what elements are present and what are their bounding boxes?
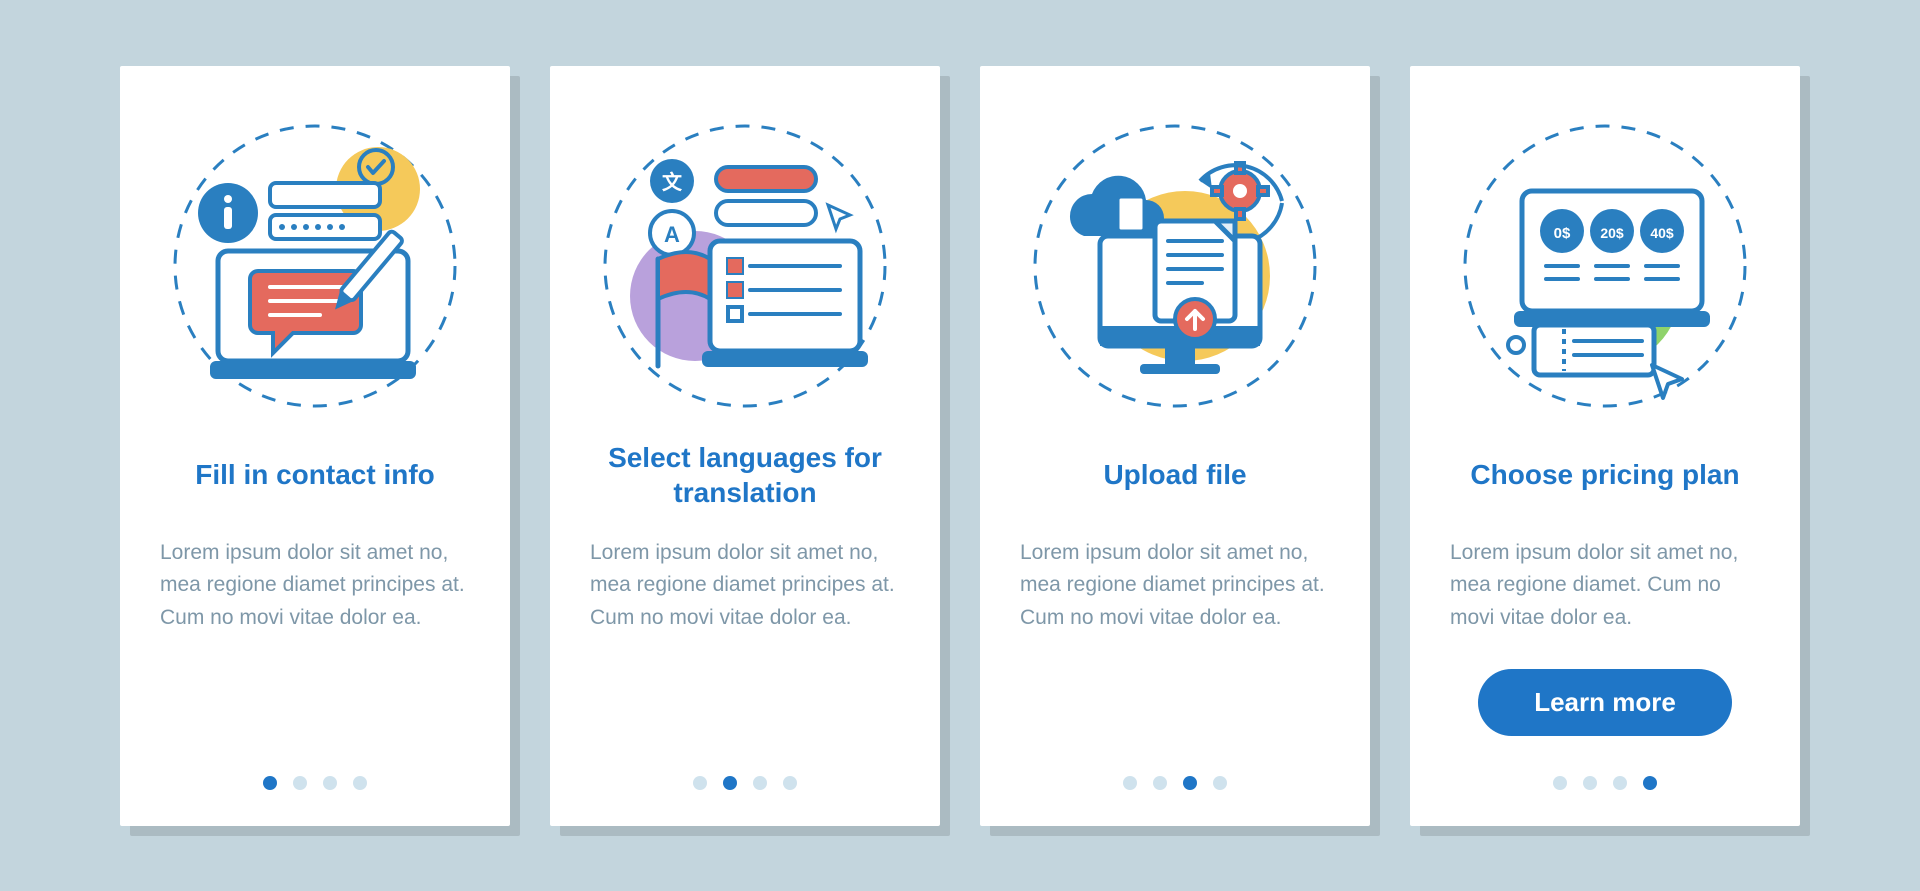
pager-dot-4[interactable] <box>783 776 797 790</box>
pager-dots <box>1123 776 1227 790</box>
pager-dot-4[interactable] <box>1213 776 1227 790</box>
pager-dot-3[interactable] <box>323 776 337 790</box>
contact-info-illustration-icon <box>170 121 460 411</box>
pager-dot-1[interactable] <box>263 776 277 790</box>
card-description: Lorem ipsum dolor sit amet no, mea regio… <box>160 537 470 635</box>
pager-dot-1[interactable] <box>1553 776 1567 790</box>
pager-dots <box>263 776 367 790</box>
pager-dot-1[interactable] <box>693 776 707 790</box>
onboarding-card-1: Fill in contact info Lorem ipsum dolor s… <box>120 66 510 826</box>
pager-dot-2[interactable] <box>1153 776 1167 790</box>
price-badge-2: 40$ <box>1650 225 1674 241</box>
pager-dot-3[interactable] <box>1613 776 1627 790</box>
card-title: Fill in contact info <box>195 439 435 511</box>
pager-dot-3[interactable] <box>753 776 767 790</box>
pager-dot-2[interactable] <box>1583 776 1597 790</box>
svg-text:A: A <box>664 222 680 247</box>
pager-dot-2[interactable] <box>723 776 737 790</box>
price-badge-1: 20$ <box>1600 225 1624 241</box>
onboarding-card-2: 文 A Select languages for translation <box>550 66 940 826</box>
pager-dot-4[interactable] <box>353 776 367 790</box>
pager-dot-4[interactable] <box>1643 776 1657 790</box>
card-description: Lorem ipsum dolor sit amet no, mea regio… <box>1020 537 1330 635</box>
upload-file-illustration-icon <box>1030 121 1320 411</box>
onboarding-card-3: Upload file Lorem ipsum dolor sit amet n… <box>980 66 1370 826</box>
card-title: Select languages for translation <box>590 439 900 511</box>
pricing-plan-illustration-icon: 0$ 20$ 40$ <box>1460 121 1750 411</box>
card-title: Choose pricing plan <box>1470 439 1739 511</box>
pager-dots <box>1553 776 1657 790</box>
card-title: Upload file <box>1103 439 1246 511</box>
card-description: Lorem ipsum dolor sit amet no, mea regio… <box>590 537 900 635</box>
select-languages-illustration-icon: 文 A <box>600 121 890 411</box>
pager-dot-2[interactable] <box>293 776 307 790</box>
learn-more-button[interactable]: Learn more <box>1478 669 1732 736</box>
pager-dot-1[interactable] <box>1123 776 1137 790</box>
card-description: Lorem ipsum dolor sit amet no, mea regio… <box>1450 537 1760 635</box>
pager-dots <box>693 776 797 790</box>
pager-dot-3[interactable] <box>1183 776 1197 790</box>
svg-text:文: 文 <box>662 170 683 194</box>
price-badge-0: 0$ <box>1554 225 1571 242</box>
onboarding-card-4: 0$ 20$ 40$ Choose pricing plan Lorem ips… <box>1410 66 1800 826</box>
